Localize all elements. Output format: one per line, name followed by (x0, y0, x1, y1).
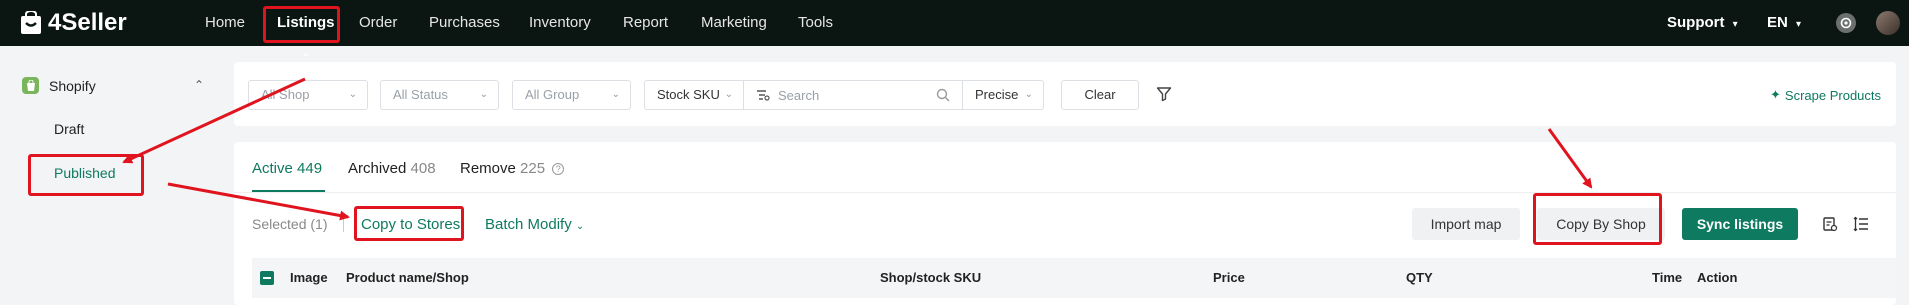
help-question-icon[interactable]: ? (552, 163, 565, 175)
column-settings-icon[interactable] (1853, 216, 1869, 232)
table-header (252, 258, 1896, 298)
sidebar-platform-label: Shopify (49, 77, 96, 94)
tab-label: Active (252, 160, 293, 177)
copy-to-stores-button[interactable]: Copy to Stores (361, 216, 460, 233)
nav-home[interactable]: Home (205, 0, 245, 46)
support-label: Support (1667, 14, 1725, 31)
support-menu[interactable]: Support ▾ (1667, 0, 1738, 46)
sync-listings-button[interactable]: Sync listings (1682, 208, 1798, 240)
logo[interactable]: 4Seller (20, 9, 127, 37)
shopping-bag-icon (21, 11, 41, 34)
scrape-products-link[interactable]: ✦ Scrape Products (1770, 87, 1881, 103)
column-header-time: Time (1652, 270, 1683, 285)
column-header-sku: Shop/stock SKU (880, 270, 982, 285)
nav-report[interactable]: Report (623, 0, 668, 46)
sidebar-item-published[interactable]: Published (54, 165, 116, 181)
top-navbar: 4Seller Home Listings ⌄ Order Purchases … (0, 0, 1909, 58)
app-name: 4Seller (48, 9, 127, 36)
select-all-checkbox[interactable] (260, 271, 274, 285)
list-filter-icon[interactable] (756, 89, 770, 102)
tabs-divider (234, 192, 1896, 193)
active-tab-indicator (252, 190, 325, 192)
shop-select-value: All Shop (261, 87, 310, 102)
tab-label: Remove (460, 160, 516, 177)
batch-modify-dropdown[interactable]: Batch Modify ⌄ (485, 216, 584, 233)
column-header-image: Image (290, 270, 328, 285)
scrape-products-label: Scrape Products (1784, 87, 1882, 103)
sidebar-platform-shopify[interactable]: Shopify (22, 77, 96, 94)
column-header-price: Price (1213, 270, 1245, 285)
chevron-down-icon: ⌄ (724, 89, 733, 100)
tab-count: 225 (520, 160, 546, 177)
column-header-action: Action (1697, 270, 1738, 285)
funnel-filter-icon[interactable] (1156, 86, 1172, 102)
tab-count: 408 (410, 160, 436, 177)
nav-tools[interactable]: Tools (798, 0, 833, 46)
user-avatar[interactable] (1876, 11, 1900, 35)
chevron-down-icon: ▾ (1732, 19, 1738, 30)
shop-select[interactable]: All Shop ⌄ (248, 80, 368, 110)
chevron-down-icon: ⌄ (479, 89, 488, 100)
tab-archived[interactable]: Archived 408 (348, 160, 436, 177)
language-label: EN (1767, 14, 1788, 31)
nav-listings[interactable]: Listings ⌄ (277, 0, 335, 58)
nav-order[interactable]: Order (359, 0, 397, 46)
tab-active[interactable]: Active 449 (252, 160, 322, 177)
search-field-value: Stock SKU (657, 87, 720, 102)
chevron-down-icon: ⌄ (1024, 89, 1033, 100)
nav-inventory[interactable]: Inventory (529, 0, 591, 46)
selected-count: Selected (1) (252, 216, 328, 232)
language-menu[interactable]: EN ▾ (1767, 0, 1801, 46)
gear-icon (1840, 17, 1852, 29)
shopify-icon (22, 77, 39, 94)
search-field-select[interactable]: Stock SKU ⌄ (644, 80, 744, 110)
search-input[interactable] (778, 82, 928, 108)
import-map-button[interactable]: Import map (1412, 208, 1520, 240)
column-header-qty: QTY (1406, 270, 1433, 285)
chevron-down-icon: ⌄ (348, 89, 357, 100)
app-root: 4Seller Home Listings ⌄ Order Purchases … (0, 0, 1909, 305)
chevron-down-icon: ⌄ (611, 89, 620, 100)
settings-gear-icon[interactable] (1836, 13, 1856, 33)
batch-modify-label: Batch Modify (485, 216, 572, 233)
sparkle-icon: ✦ (1770, 87, 1781, 102)
nav-purchases[interactable]: Purchases (429, 0, 500, 46)
search-icon[interactable] (936, 88, 950, 102)
tab-remove[interactable]: Remove 225 ? (460, 160, 565, 177)
status-select[interactable]: All Status ⌄ (380, 80, 499, 110)
group-select-value: All Group (525, 87, 580, 102)
export-list-icon[interactable] (1822, 216, 1838, 232)
group-select[interactable]: All Group ⌄ (512, 80, 631, 110)
match-mode-select[interactable]: Precise ⌄ (962, 80, 1044, 110)
chevron-down-icon: ⌄ (575, 221, 585, 232)
chevron-down-icon: ▾ (1796, 19, 1802, 30)
tab-count: 449 (297, 160, 323, 177)
status-select-value: All Status (393, 87, 448, 102)
copy-by-shop-button[interactable]: Copy By Shop (1537, 208, 1665, 240)
column-header-product: Product name/Shop (346, 270, 469, 285)
nav-marketing[interactable]: Marketing (701, 0, 767, 46)
nav-listings-label: Listings (277, 14, 335, 31)
clear-button[interactable]: Clear (1061, 80, 1139, 110)
sidebar-item-draft[interactable]: Draft (54, 121, 84, 137)
match-mode-value: Precise (975, 87, 1019, 102)
divider (343, 218, 344, 232)
chevron-up-icon[interactable]: ⌃ (194, 78, 204, 92)
tab-label: Archived (348, 160, 407, 177)
search-box (744, 80, 963, 110)
